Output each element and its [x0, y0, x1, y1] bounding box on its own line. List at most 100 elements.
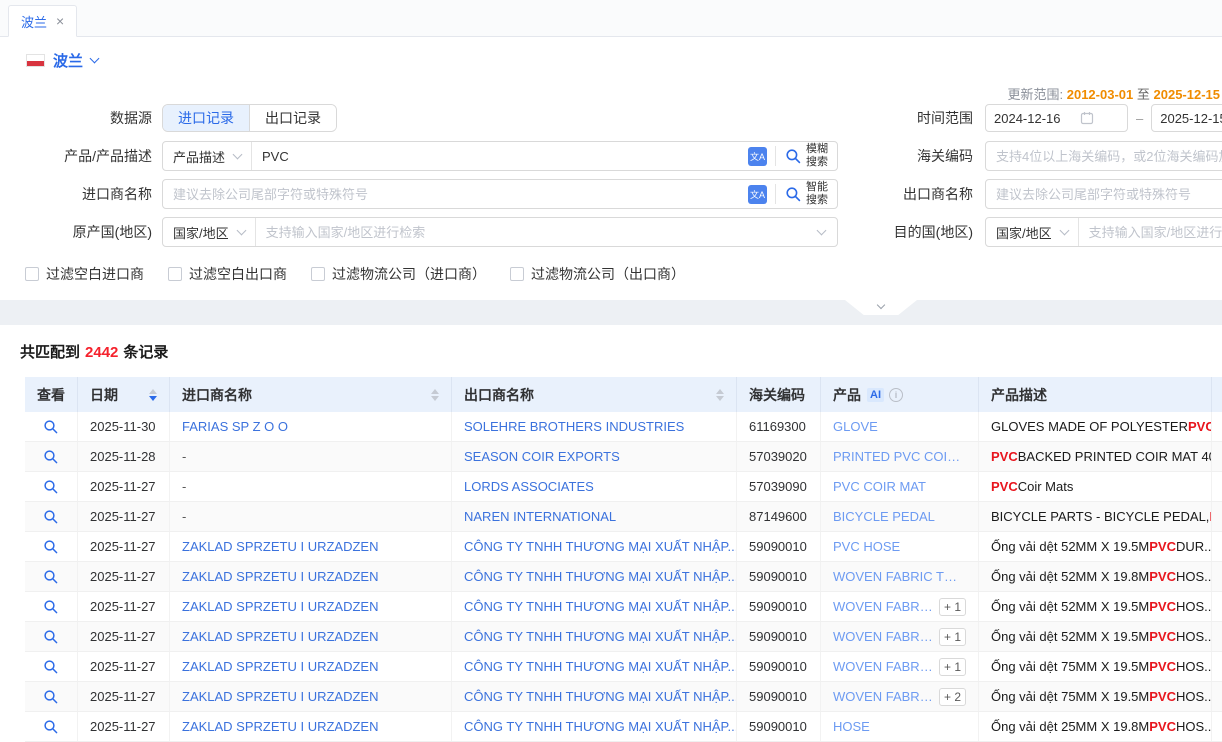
exporter-link[interactable]: CÔNG TY TNHH THƯƠNG MẠI XUẤT NHẬP... [464, 659, 737, 674]
translate-icon[interactable]: 文A [748, 185, 767, 204]
exporter-link[interactable]: CÔNG TY TNHH THƯƠNG MẠI XUẤT NHẬP... [464, 599, 737, 614]
destination-country-input[interactable] [1079, 225, 1222, 240]
view-record-button[interactable] [43, 509, 59, 525]
chevron-down-icon [877, 301, 885, 309]
hs-code: 59090010 [737, 682, 821, 711]
exporter-name-input[interactable] [986, 187, 1222, 202]
sort-exporter-button[interactable] [716, 389, 724, 401]
magnifier-icon [43, 659, 59, 675]
importer-link[interactable]: FARIAS SP Z O O [182, 419, 288, 434]
view-record-button[interactable] [43, 449, 59, 465]
date-from-input[interactable] [994, 111, 1080, 126]
importer-link[interactable]: ZAKLAD SPRZETU I URZADZEN [182, 569, 378, 584]
view-record-button[interactable] [43, 689, 59, 705]
view-record-button[interactable] [43, 479, 59, 495]
product-tag-link[interactable]: GLOVE [833, 419, 878, 434]
more-products-badge[interactable]: + 1 [939, 658, 966, 676]
product-description: Ống vải dệt 52MM X 19.5M PVC HOS... [979, 622, 1212, 651]
translate-icon[interactable]: 文A [748, 147, 767, 166]
exporter-link[interactable]: CÔNG TY TNHH THƯƠNG MẠI XUẤT NHẬP... [464, 719, 737, 734]
checkbox-filter-logistics-importer[interactable]: 过滤物流公司（进口商） [311, 264, 486, 284]
importer-link[interactable]: ZAKLAD SPRZETU I URZADZEN [182, 539, 378, 554]
importer-link[interactable]: ZAKLAD SPRZETU I URZADZEN [182, 599, 378, 614]
importer-name-input[interactable] [163, 187, 748, 202]
view-record-button[interactable] [43, 659, 59, 675]
origin-country-input[interactable] [256, 225, 810, 240]
checkbox-filter-blank-importer[interactable]: 过滤空白进口商 [25, 264, 144, 284]
view-record-button[interactable] [43, 419, 59, 435]
importer-link[interactable]: - [182, 509, 186, 524]
info-icon[interactable]: i [889, 388, 903, 402]
table-header: 查看 日期 进口商名称 出口商名称 [25, 377, 1222, 412]
record-date: 2025-11-27 [78, 682, 170, 711]
view-record-button[interactable] [43, 719, 59, 735]
origin-country-select[interactable]: 国家/地区 [163, 218, 256, 246]
importer-link[interactable]: ZAKLAD SPRZETU I URZADZEN [182, 689, 378, 704]
importer-link[interactable]: - [182, 479, 186, 494]
product-tag-link[interactable]: WOVEN FABRIC TUBE [833, 569, 966, 584]
sort-asc-icon[interactable] [431, 389, 439, 394]
product-tag-link[interactable]: PRINTED PVC COIR M... [833, 449, 966, 464]
product-type-select[interactable]: 产品描述 [163, 142, 252, 170]
product-tag-link[interactable]: WOVEN FABRIC ... [833, 659, 933, 674]
country-selector[interactable]: 波兰 [26, 50, 98, 71]
product-tag-link[interactable]: HOSE [833, 719, 870, 734]
sort-desc-icon[interactable] [716, 396, 724, 401]
view-record-button[interactable] [43, 629, 59, 645]
fuzzy-search-button[interactable]: 模糊搜索 [776, 142, 837, 170]
product-tag-link[interactable]: WOVEN FABRIC ... [833, 599, 933, 614]
sort-desc-icon[interactable] [149, 396, 157, 401]
exporter-row: 出口商名称 [883, 179, 1222, 209]
importer-link[interactable]: - [182, 449, 186, 464]
sort-asc-icon[interactable] [149, 389, 157, 394]
checkbox-icon[interactable] [168, 267, 182, 281]
view-record-button[interactable] [43, 539, 59, 555]
export-records-tab[interactable]: 出口记录 [249, 105, 336, 131]
exporter-link[interactable]: CÔNG TY TNHH THƯƠNG MẠI XUẤT NHẬP... [464, 689, 737, 704]
more-products-badge[interactable]: + 2 [939, 688, 966, 706]
product-tag-link[interactable]: WOVEN FABRIC ... [833, 689, 933, 704]
product-tag-link[interactable]: WOVEN FABRIC ... [833, 629, 933, 644]
importer-link[interactable]: ZAKLAD SPRZETU I URZADZEN [182, 719, 378, 734]
date-to-input[interactable] [1160, 111, 1222, 126]
checkbox-filter-blank-exporter[interactable]: 过滤空白出口商 [168, 264, 287, 284]
more-products-badge[interactable]: + 1 [939, 628, 966, 646]
checkbox-filter-logistics-exporter[interactable]: 过滤物流公司（出口商） [510, 264, 685, 284]
exporter-link[interactable]: CÔNG TY TNHH THƯƠNG MẠI XUẤT NHẬP... [464, 629, 737, 644]
checkbox-icon[interactable] [510, 267, 524, 281]
importer-link[interactable]: ZAKLAD SPRZETU I URZADZEN [182, 659, 378, 674]
record-date: 2025-11-27 [78, 502, 170, 531]
hs-code-input[interactable] [986, 149, 1222, 164]
checkbox-icon[interactable] [25, 267, 39, 281]
exporter-link[interactable]: CÔNG TY TNHH THƯƠNG MẠI XUẤT NHẬP... [464, 539, 737, 554]
view-record-button[interactable] [43, 599, 59, 615]
sort-desc-icon[interactable] [431, 396, 439, 401]
exporter-link[interactable]: SEASON COIR EXPORTS [464, 449, 620, 464]
collapse-filter-handle[interactable] [845, 300, 917, 315]
sort-importer-button[interactable] [431, 389, 439, 401]
origin-country-label: 原产国(地区) [25, 222, 152, 242]
update-range: 更新范围: 2012-03-01 至 2025-12-15 [1007, 84, 1220, 103]
product-tag-link[interactable]: BICYCLE PEDAL [833, 509, 935, 524]
product-tag-link[interactable]: PVC COIR MAT [833, 479, 926, 494]
importer-link[interactable]: ZAKLAD SPRZETU I URZADZEN [182, 629, 378, 644]
checkbox-icon[interactable] [311, 267, 325, 281]
smart-search-button[interactable]: 智能搜索 [776, 180, 837, 208]
exporter-link[interactable]: NAREN INTERNATIONAL [464, 509, 616, 524]
product-search-input[interactable] [252, 149, 748, 164]
destination-country-select[interactable]: 国家/地区 [986, 218, 1079, 246]
view-record-button[interactable] [43, 569, 59, 585]
exporter-link[interactable]: LORDS ASSOCIATES [464, 479, 594, 494]
exporter-link[interactable]: SOLEHRE BROTHERS INDUSTRIES [464, 419, 684, 434]
import-records-tab[interactable]: 进口记录 [163, 105, 249, 131]
sort-asc-icon[interactable] [716, 389, 724, 394]
date-from-picker[interactable] [985, 104, 1128, 132]
sort-date-button[interactable] [149, 389, 157, 401]
date-to-picker[interactable] [1151, 104, 1222, 132]
close-icon[interactable]: × [56, 14, 64, 28]
more-products-badge[interactable]: + 1 [939, 598, 966, 616]
tab-label: 波兰 [21, 12, 47, 31]
exporter-link[interactable]: CÔNG TY TNHH THƯƠNG MẠI XUẤT NHẬP... [464, 569, 737, 584]
product-tag-link[interactable]: PVC HOSE [833, 539, 900, 554]
tab-poland[interactable]: 波兰 × [8, 5, 77, 37]
